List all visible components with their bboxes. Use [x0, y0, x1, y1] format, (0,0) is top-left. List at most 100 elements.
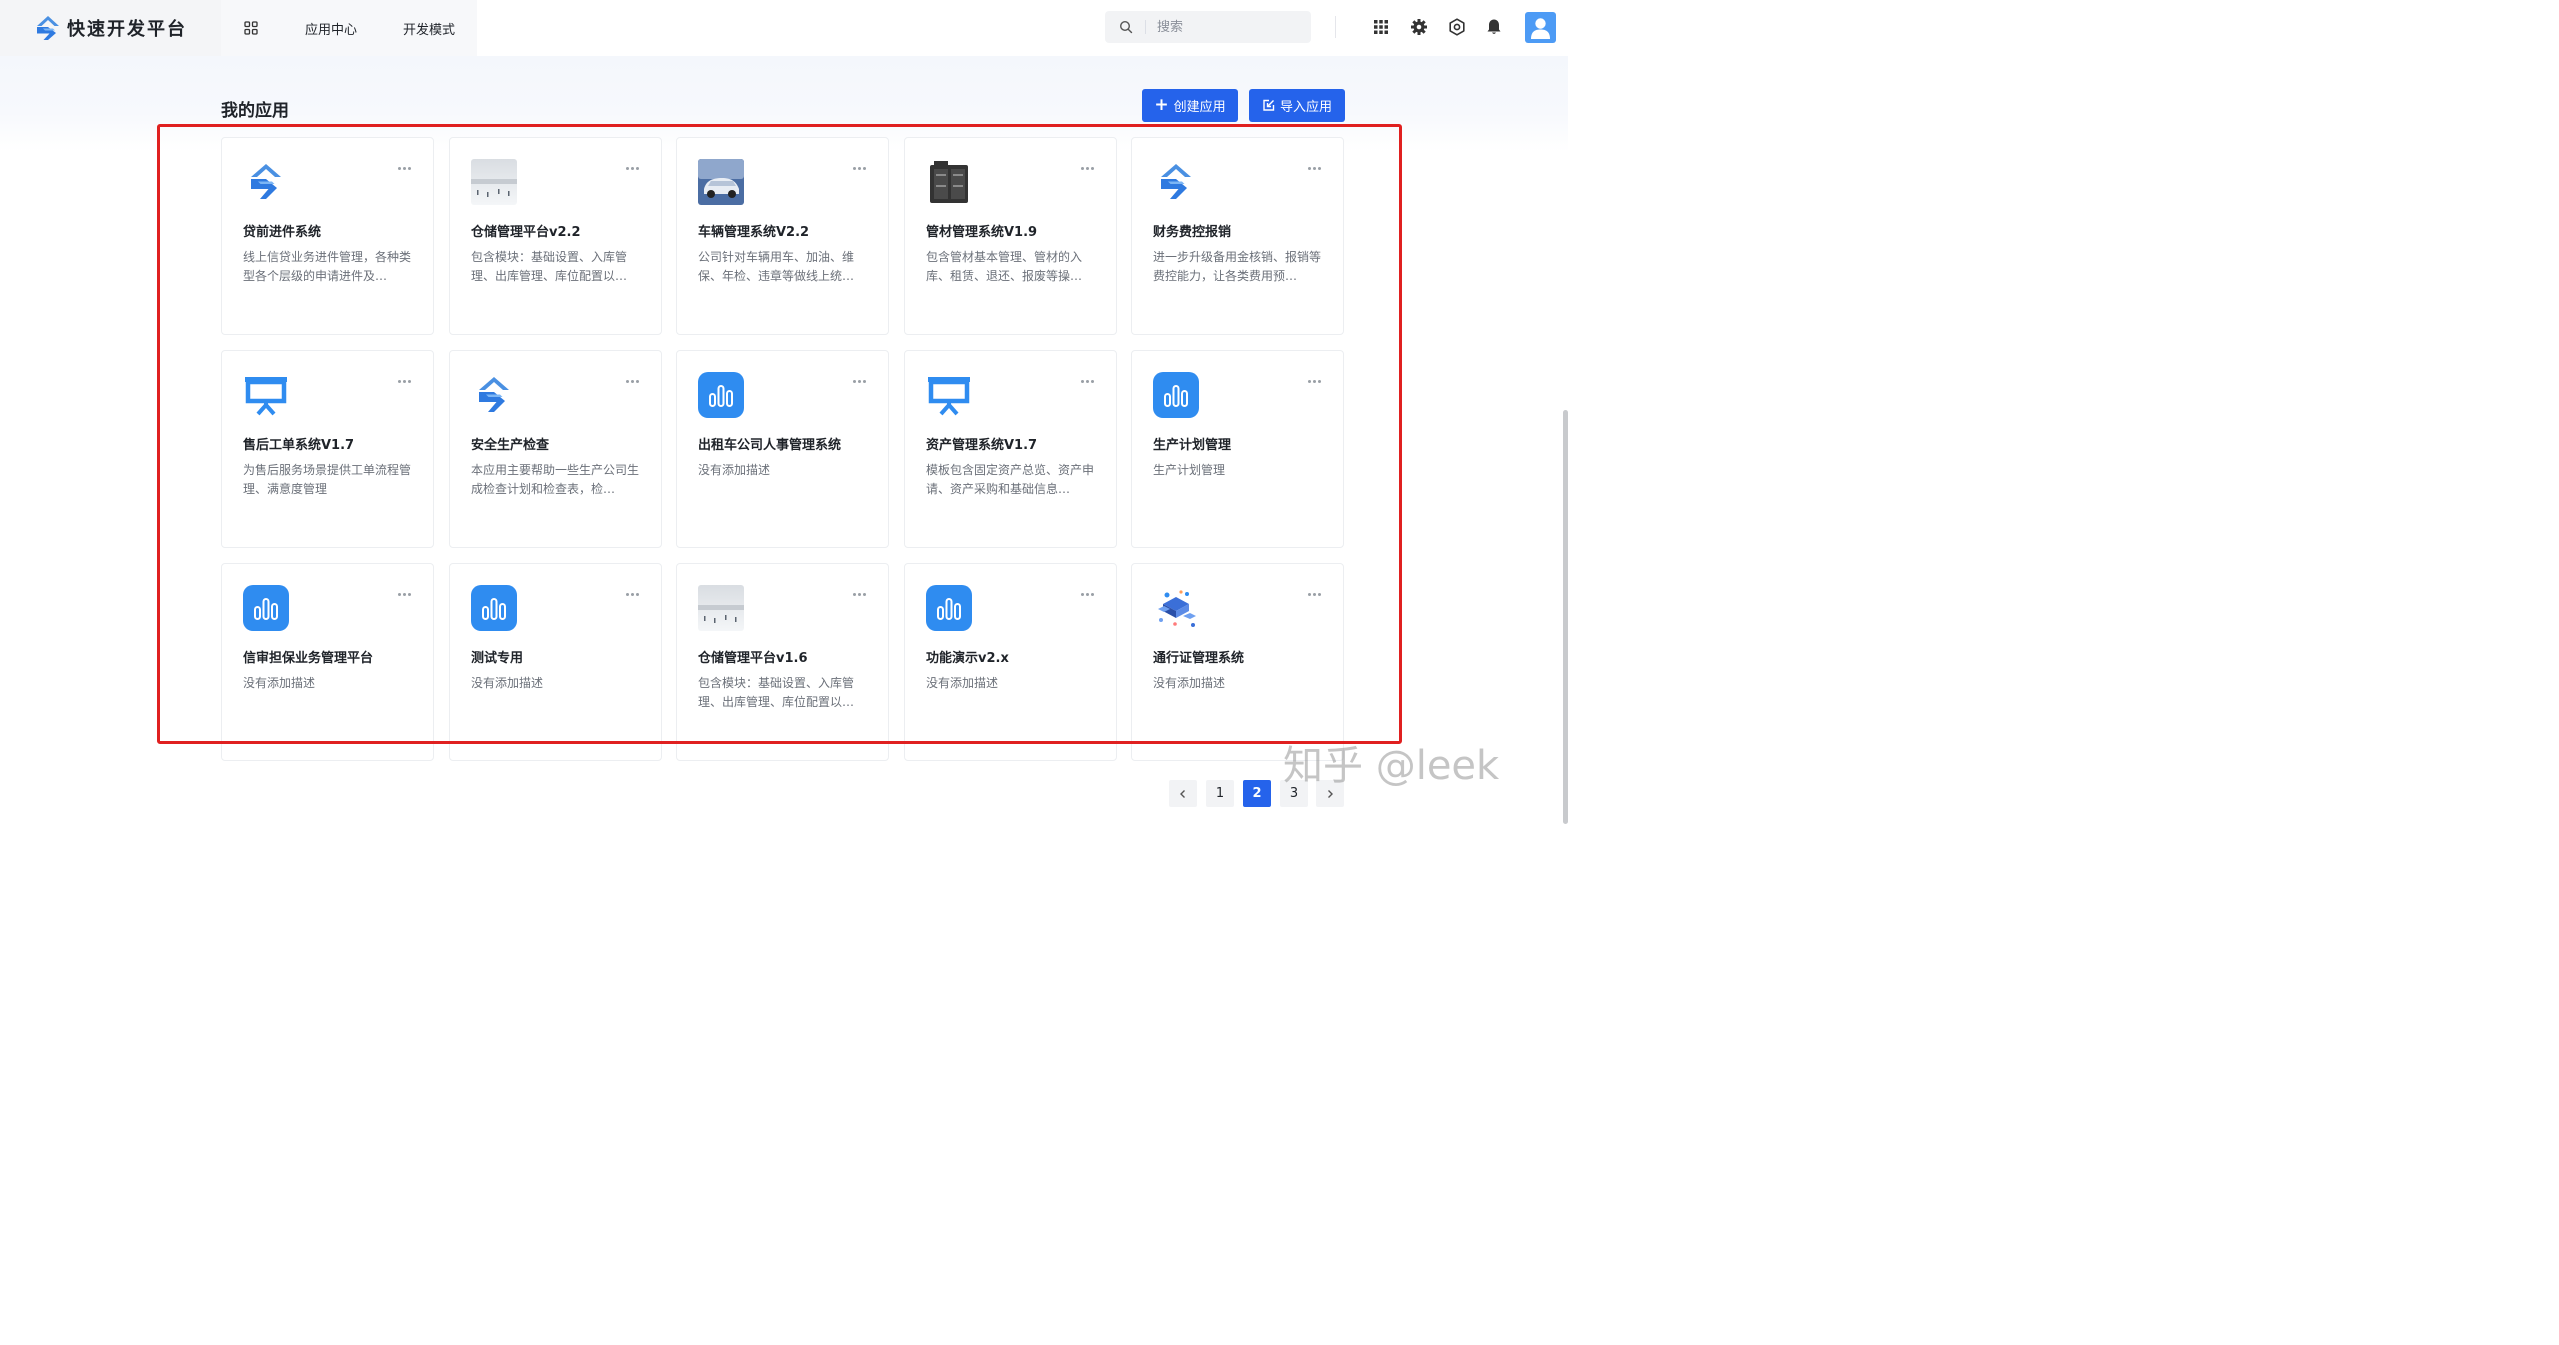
nav-app-center[interactable]: 应用中心 — [305, 19, 357, 38]
app-card[interactable]: 功能演示v2.x 没有添加描述 — [904, 563, 1117, 761]
top-header: 快速开发平台 应用中心 开发模式 — [0, 0, 1568, 56]
prev-page-button[interactable] — [1169, 780, 1197, 807]
brand-name: 快速开发平台 — [67, 19, 187, 40]
more-icon[interactable] — [396, 160, 412, 176]
app-description: 线上信贷业务进件管理，各种类型各个层级的申请进件及… — [243, 250, 412, 283]
gear-icon[interactable] — [1447, 17, 1467, 37]
app-card[interactable]: 贷前进件系统线上信贷业务进件管理，各种类型各个层级的申请进件及… — [221, 137, 434, 335]
app-title: 出租车公司人事管理系统 — [698, 438, 842, 453]
more-icon[interactable] — [396, 586, 412, 602]
brand[interactable]: 快速开发平台 — [0, 0, 221, 56]
search-icon — [1119, 20, 1133, 34]
more-icon[interactable] — [851, 586, 867, 602]
create-app-button[interactable]: + 创建应用 — [1142, 89, 1238, 122]
app-description: 没有添加描述 — [1153, 676, 1226, 690]
brand-logo-icon — [471, 372, 517, 418]
nav-dev-mode[interactable]: 开发模式 — [403, 19, 455, 38]
app-card[interactable]: 财务费控报销进一步升级备用金核销、报销等费控能力，让各类费用预… — [1131, 137, 1344, 335]
app-title: 仓储管理平台v1.6 — [698, 651, 808, 666]
app-description: 包含模块：基础设置、入库管理、出库管理、库位配置以… — [698, 676, 855, 709]
app-description: 生产计划管理 — [1153, 463, 1226, 477]
app-card[interactable]: 售后工单系统V1.7 为售后服务场景提供工单流程管理、满意度管理 — [221, 350, 434, 548]
car-photo-icon — [698, 159, 744, 205]
app-title: 财务费控报销 — [1153, 225, 1232, 240]
app-description: 为售后服务场景提供工单流程管理、满意度管理 — [243, 463, 412, 496]
create-app-label: 创建应用 — [1173, 100, 1226, 115]
more-icon[interactable] — [1306, 373, 1322, 389]
app-description: 包含模块：基础设置、入库管理、出库管理、库位配置以… — [471, 250, 628, 283]
grid-menu-icon[interactable] — [244, 21, 258, 35]
warehouse-photo-icon — [471, 159, 517, 205]
app-card[interactable]: 信审担保业务管理平台 没有添加描述 — [221, 563, 434, 761]
app-title: 生产计划管理 — [1153, 438, 1232, 453]
app-description: 没有添加描述 — [243, 676, 316, 690]
app-title: 售后工单系统V1.7 — [243, 438, 355, 453]
app-card[interactable]: 管材管理系统V1.9 包含管材基本管理、管材的入库、租赁、退还、报废等操… — [904, 137, 1117, 335]
app-description: 进一步升级备用金核销、报销等费控能力，让各类费用预… — [1153, 250, 1322, 283]
more-icon[interactable] — [1306, 160, 1322, 176]
more-icon[interactable] — [396, 373, 412, 389]
app-card[interactable]: 仓储管理平台v2.2 包含模块：基础设置、入库管理、出库管理、库位配置以… — [449, 137, 662, 335]
search-box — [1105, 11, 1311, 43]
app-title: 贷前进件系统 — [243, 225, 322, 240]
app-title: 测试专用 — [471, 651, 524, 666]
more-icon[interactable] — [851, 373, 867, 389]
app-description: 本应用主要帮助一些生产公司生成检查计划和检查表，检… — [471, 463, 640, 496]
bar-chart-icon — [698, 372, 744, 418]
app-description: 模板包含固定资产总览、资产申请、资产采购和基础信息… — [926, 463, 1095, 496]
more-icon[interactable] — [1079, 586, 1095, 602]
bell-icon[interactable] — [1484, 17, 1504, 37]
app-card[interactable]: 生产计划管理 生产计划管理 — [1131, 350, 1344, 548]
cabinet-icon — [926, 159, 972, 205]
brand-logo-icon — [37, 16, 59, 40]
app-card[interactable]: 资产管理系统V1.7 模板包含固定资产总览、资产申请、资产采购和基础信息… — [904, 350, 1117, 548]
app-title: 仓储管理平台v2.2 — [471, 225, 581, 240]
brand-logo-icon — [243, 159, 289, 205]
bar-chart-icon — [243, 585, 289, 631]
import-app-button[interactable]: 导入应用 — [1249, 89, 1345, 122]
user-icon — [1531, 18, 1550, 39]
more-icon[interactable] — [624, 586, 640, 602]
bar-chart-icon — [1153, 372, 1199, 418]
bar-chart-icon — [926, 585, 972, 631]
settings-icon[interactable] — [1409, 17, 1429, 37]
app-card[interactable]: 仓储管理平台v1.6 包含模块：基础设置、入库管理、出库管理、库位配置以… — [676, 563, 889, 761]
apps-grid-icon[interactable] — [1371, 17, 1391, 37]
header-divider — [1335, 16, 1336, 38]
brand-logo-icon — [1153, 159, 1199, 205]
more-icon[interactable] — [624, 160, 640, 176]
more-icon[interactable] — [624, 373, 640, 389]
app-title: 信审担保业务管理平台 — [243, 651, 374, 666]
app-card[interactable]: 测试专用没有添加描述 — [449, 563, 662, 761]
isometric-network-icon — [1153, 585, 1199, 631]
app-card[interactable]: 通行证管理系统 没有添加描述 — [1131, 563, 1344, 761]
app-description: 公司针对车辆用车、加油、维保、年检、违章等做线上统… — [698, 250, 855, 283]
app-description: 没有添加描述 — [698, 463, 771, 477]
app-description: 没有添加描述 — [471, 676, 544, 690]
app-card[interactable]: 车辆管理系统V2.2 公司针对车辆用车、加油、维保、年检、违章等做线上统… — [676, 137, 889, 335]
import-icon — [1263, 99, 1275, 111]
app-title: 安全生产检查 — [471, 438, 550, 453]
app-title: 管材管理系统V1.9 — [926, 225, 1038, 240]
more-icon[interactable] — [1079, 373, 1095, 389]
top-nav: 应用中心 开发模式 — [221, 0, 477, 56]
app-title: 资产管理系统V1.7 — [926, 438, 1038, 453]
app-description: 没有添加描述 — [926, 676, 999, 690]
search-input[interactable] — [1157, 11, 1305, 43]
presentation-board-icon — [926, 372, 972, 418]
page-2-button[interactable]: 2 — [1243, 780, 1271, 807]
more-icon[interactable] — [1079, 160, 1095, 176]
more-icon[interactable] — [851, 160, 867, 176]
more-icon[interactable] — [1306, 586, 1322, 602]
bar-chart-icon — [471, 585, 517, 631]
user-avatar[interactable] — [1525, 12, 1556, 43]
presentation-board-icon — [243, 372, 289, 418]
app-card[interactable]: 安全生产检查本应用主要帮助一些生产公司生成检查计划和检查表，检… — [449, 350, 662, 548]
page-1-button[interactable]: 1 — [1206, 780, 1234, 807]
app-title: 车辆管理系统V2.2 — [698, 225, 810, 240]
plus-icon: + — [1154, 95, 1169, 115]
app-card[interactable]: 出租车公司人事管理系统 没有添加描述 — [676, 350, 889, 548]
search-divider — [1145, 20, 1146, 34]
scrollbar[interactable] — [1563, 410, 1568, 824]
app-title: 通行证管理系统 — [1153, 651, 1245, 666]
